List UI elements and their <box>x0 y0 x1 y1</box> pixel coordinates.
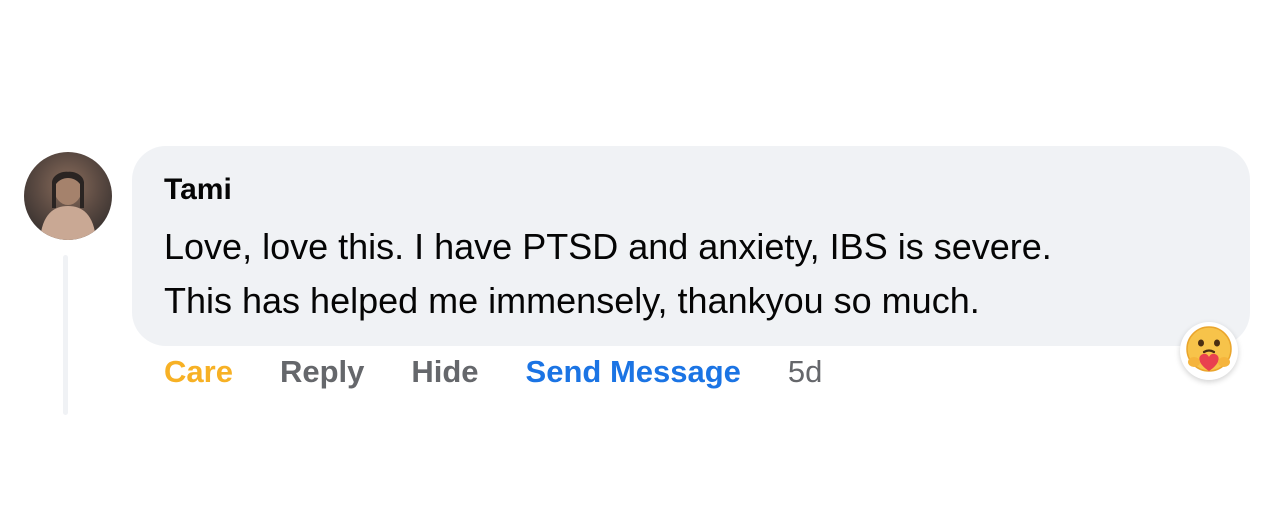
comment-text: Love, love this. I have PTSD and anxiety… <box>164 220 1052 328</box>
thread-line <box>63 255 68 415</box>
user-avatar-photo-icon <box>40 171 96 240</box>
comment-text-line: Love, love this. I have PTSD and anxiety… <box>164 226 1052 267</box>
reply-button[interactable]: Reply <box>280 354 364 390</box>
comment-text-line: This has helped me immensely, thankyou s… <box>164 280 980 321</box>
send-message-button[interactable]: Send Message <box>526 354 741 390</box>
avatar[interactable] <box>24 152 112 240</box>
comment-timestamp[interactable]: 5d <box>788 354 822 390</box>
care-button[interactable]: Care <box>164 354 233 390</box>
comment-author[interactable]: Tami <box>164 172 232 208</box>
comment-actions: Care Reply Hide Send Message 5d <box>164 350 822 394</box>
care-reaction-icon[interactable] <box>1180 322 1238 380</box>
hide-button[interactable]: Hide <box>411 354 478 390</box>
